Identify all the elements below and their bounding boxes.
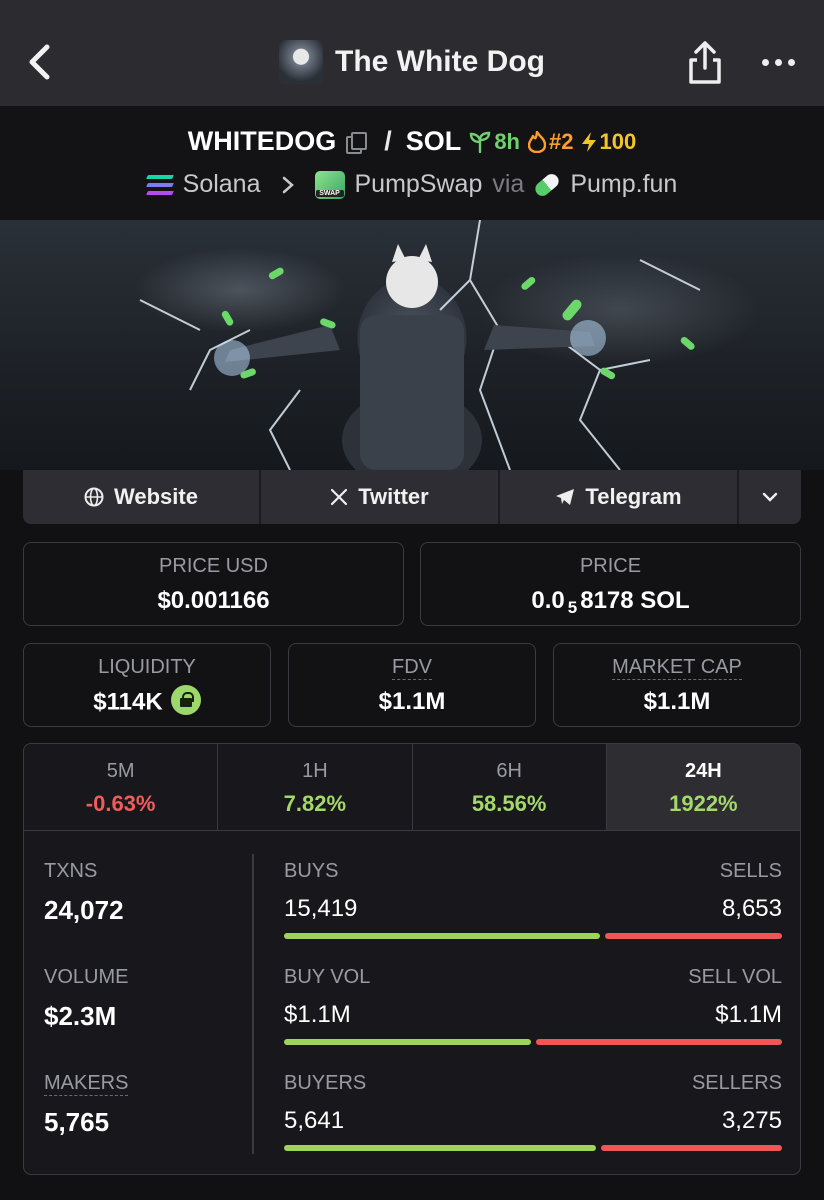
txns-value: 24,072 [44, 895, 124, 925]
social-links: Website Twitter Telegram [23, 470, 801, 524]
volume-row: BUY VOL SELL VOL $1.1M $1.1M [284, 966, 782, 1045]
telegram-button[interactable]: Telegram [500, 470, 739, 524]
pair-info: WHITEDOG / SOL 8h #2 100 Solana SWAP Pum… [0, 106, 824, 220]
top-bar: The White Dog [0, 0, 824, 106]
makers-stat: MAKERS 5,765 [44, 1072, 244, 1138]
share-icon [689, 41, 721, 84]
launchpad-link[interactable]: Pump.fun [570, 170, 677, 199]
price-usd-card: PRICE USD $0.001166 [23, 542, 404, 626]
token-name: The White Dog [335, 45, 545, 78]
buyers-value: 5,641 [284, 1107, 345, 1134]
globe-icon [84, 487, 104, 507]
base-symbol: WHITEDOG [187, 126, 337, 156]
tab-1h[interactable]: 1H 7.82% [218, 744, 413, 830]
chevron-down-icon [762, 492, 778, 502]
locked-liquidity-icon[interactable] [170, 685, 201, 715]
liquidity-card: LIQUIDITY $114K [23, 643, 271, 727]
makers-value: 5,765 [44, 1107, 110, 1137]
website-button[interactable]: Website [23, 470, 261, 524]
price-usd-label: PRICE USD [159, 555, 268, 577]
market-cap-card: MARKET CAP $1.1M [553, 643, 801, 727]
change-5m: -0.63% [85, 791, 156, 816]
boost-count[interactable]: 100 [581, 129, 636, 155]
via-text: via [492, 170, 525, 198]
dex-link[interactable]: PumpSwap [355, 170, 483, 199]
x-logo-icon [331, 488, 348, 506]
seedling-icon [470, 131, 491, 153]
timeframe-tabs: 5M -0.63% 1H 7.82% 6H 58.56% 24H 1922% [24, 744, 800, 831]
quote-symbol: SOL [405, 126, 462, 156]
volume-stat: VOLUME $2.3M [44, 966, 244, 1032]
volume-value: $2.3M [44, 1001, 117, 1031]
fdv-label[interactable]: FDV [392, 656, 432, 680]
price-sol-value: 0.0 5 8178 SOL [531, 587, 690, 617]
price-sol-card: PRICE 0.0 5 8178 SOL [420, 542, 801, 626]
chevron-right-icon [282, 176, 294, 193]
sells-value: 8,653 [721, 895, 782, 922]
sellers-value: 3,275 [721, 1107, 782, 1134]
market-cap-label[interactable]: MARKET CAP [612, 656, 742, 680]
buyers-sellers-row: BUYERS SELLERS 5,641 3,275 [284, 1072, 782, 1151]
price-sol-label: PRICE [579, 555, 642, 577]
more-button[interactable] [756, 50, 800, 74]
change-6h: 58.56% [471, 791, 547, 816]
solana-icon [145, 174, 174, 195]
buy-vol-value: $1.1M [284, 1001, 351, 1028]
more-icon [761, 58, 769, 66]
fdv-card: FDV $1.1M [288, 643, 536, 727]
pumpswap-icon: SWAP [314, 170, 345, 199]
tab-24h[interactable]: 24H 1922% [606, 744, 800, 830]
share-button[interactable] [684, 40, 726, 86]
chain-link[interactable]: Solana [183, 170, 261, 199]
buyers-sellers-bar [284, 1145, 782, 1151]
column-divider [252, 854, 254, 1154]
market-cap-value: $1.1M [643, 688, 711, 715]
stats-panel: 5M -0.63% 1H 7.82% 6H 58.56% 24H 1922% T… [23, 743, 801, 1175]
liquidity-label: LIQUIDITY [98, 656, 196, 678]
copy-icon[interactable] [344, 131, 368, 154]
more-links-dropdown[interactable] [739, 470, 801, 524]
twitter-button[interactable]: Twitter [261, 470, 500, 524]
buys-sells-bar [284, 933, 782, 939]
pill-icon [532, 170, 562, 199]
fdv-value: $1.1M [378, 688, 446, 715]
pair-age: 8h [469, 129, 520, 155]
change-1h: 7.82% [283, 791, 347, 816]
txns-stat: TXNS 24,072 [44, 860, 244, 926]
trending-rank[interactable]: #2 [528, 129, 573, 155]
liquidity-value: $114K [24, 685, 270, 718]
flame-icon [528, 130, 546, 153]
banner-artwork [139, 220, 701, 470]
lightning-icon [582, 131, 597, 152]
buys-sells-row: BUYS SELLS 15,419 8,653 [284, 860, 782, 939]
buys-value: 15,419 [284, 895, 358, 922]
volume-bar [284, 1039, 782, 1045]
pair-separator: / [384, 126, 392, 156]
token-banner-image [0, 220, 824, 470]
token-avatar [279, 40, 323, 84]
tab-6h[interactable]: 6H 58.56% [413, 744, 607, 830]
telegram-icon [556, 489, 575, 505]
change-24h: 1922% [669, 791, 738, 816]
sell-vol-value: $1.1M [715, 1001, 782, 1028]
tab-5m[interactable]: 5M -0.63% [24, 744, 219, 830]
price-usd-value: $0.001166 [157, 587, 270, 614]
